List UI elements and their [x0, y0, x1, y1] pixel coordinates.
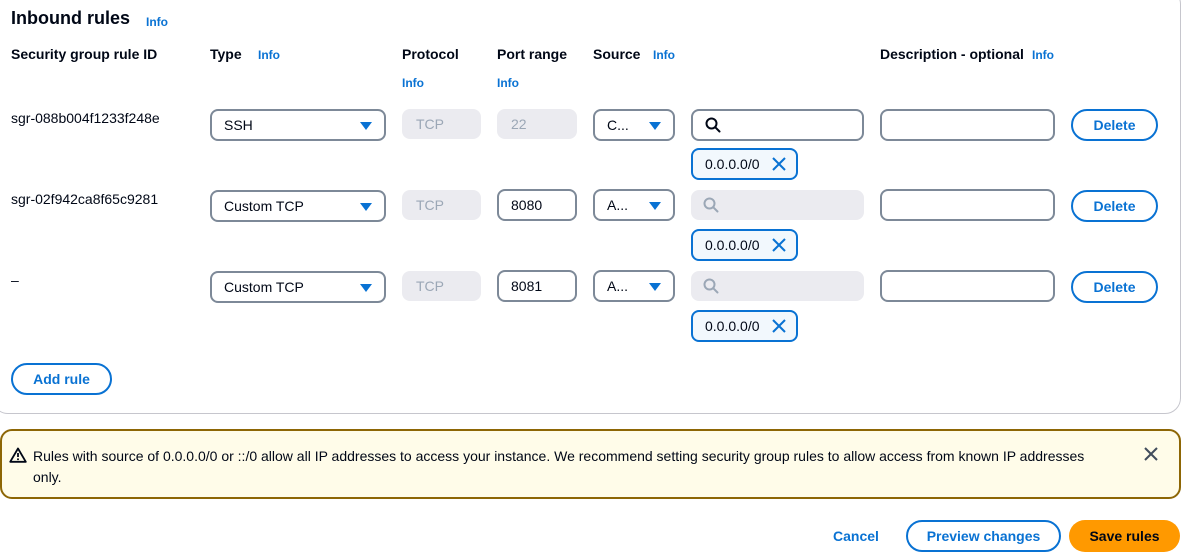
description-input[interactable]: [880, 270, 1055, 302]
port-range-input[interactable]: 8081: [497, 270, 577, 302]
cidr-token: 0.0.0.0/0: [691, 229, 798, 261]
caret-down-icon: [649, 122, 661, 130]
source-info-link[interactable]: Info: [653, 48, 675, 62]
cidr-search-input[interactable]: [691, 190, 864, 220]
type-select-value: Custom TCP: [224, 279, 304, 295]
warning-alert: Rules with source of 0.0.0.0/0 or ::/0 a…: [0, 429, 1181, 499]
col-port-range: Port range: [497, 46, 568, 62]
warning-icon: [9, 447, 27, 463]
caret-down-icon: [360, 122, 372, 130]
type-info-link[interactable]: Info: [258, 48, 280, 62]
preview-changes-button[interactable]: Preview changes: [906, 520, 1061, 552]
type-select[interactable]: Custom TCP: [210, 271, 386, 303]
cidr-token-label: 0.0.0.0/0: [705, 156, 760, 172]
port-range-input[interactable]: 8080: [497, 189, 577, 221]
source-type-value: C...: [607, 117, 629, 133]
protocol-field: TCP: [402, 271, 481, 301]
protocol-field: TCP: [402, 190, 481, 220]
search-icon: [703, 197, 719, 213]
caret-down-icon: [360, 284, 372, 292]
title-info-link[interactable]: Info: [146, 15, 168, 29]
close-icon[interactable]: [1144, 447, 1158, 461]
rule-id: sgr-02f942ca8f65c9281: [11, 191, 159, 207]
cidr-token: 0.0.0.0/0: [691, 148, 798, 180]
cidr-token: 0.0.0.0/0: [691, 310, 798, 342]
section-title: Inbound rules: [11, 8, 130, 28]
dismiss-icon[interactable]: [772, 319, 786, 333]
delete-button[interactable]: Delete: [1071, 190, 1158, 222]
type-select-value: SSH: [224, 117, 253, 133]
type-select-value: Custom TCP: [224, 198, 304, 214]
dismiss-icon[interactable]: [772, 157, 786, 171]
search-icon: [705, 117, 721, 133]
port-info-link[interactable]: Info: [497, 76, 519, 90]
caret-down-icon: [649, 202, 661, 210]
cidr-token-label: 0.0.0.0/0: [705, 237, 760, 253]
save-rules-button[interactable]: Save rules: [1069, 520, 1180, 552]
search-icon: [703, 278, 719, 294]
description-info-link[interactable]: Info: [1032, 48, 1054, 62]
source-type-value: A...: [607, 197, 629, 213]
source-type-value: A...: [607, 278, 629, 294]
delete-button[interactable]: Delete: [1071, 271, 1158, 303]
caret-down-icon: [360, 203, 372, 211]
col-description: Description - optional: [880, 46, 1024, 62]
rule-id: –: [11, 272, 19, 288]
cidr-token-label: 0.0.0.0/0: [705, 318, 760, 334]
col-rule-id: Security group rule ID: [11, 46, 158, 62]
add-rule-button[interactable]: Add rule: [11, 363, 112, 395]
source-type-select[interactable]: C...: [593, 109, 675, 141]
col-source: Source: [593, 46, 641, 62]
source-type-select[interactable]: A...: [593, 270, 675, 302]
delete-button[interactable]: Delete: [1071, 109, 1158, 141]
source-type-select[interactable]: A...: [593, 189, 675, 221]
caret-down-icon: [649, 283, 661, 291]
description-input[interactable]: [880, 109, 1055, 141]
cidr-search-input[interactable]: [691, 271, 864, 301]
cidr-search-input[interactable]: [691, 109, 864, 141]
port-range-field: 22: [497, 109, 577, 139]
type-select[interactable]: SSH: [210, 109, 386, 141]
protocol-info-link[interactable]: Info: [402, 76, 424, 90]
warning-message: Rules with source of 0.0.0.0/0 or ::/0 a…: [33, 448, 1085, 485]
dismiss-icon[interactable]: [772, 238, 786, 252]
protocol-field: TCP: [402, 109, 481, 139]
cancel-button[interactable]: Cancel: [833, 528, 879, 544]
col-type: Type: [210, 46, 242, 62]
type-select[interactable]: Custom TCP: [210, 190, 386, 222]
description-input[interactable]: [880, 189, 1055, 221]
col-protocol: Protocol: [402, 46, 459, 62]
rule-id: sgr-088b004f1233f248e: [11, 110, 160, 126]
